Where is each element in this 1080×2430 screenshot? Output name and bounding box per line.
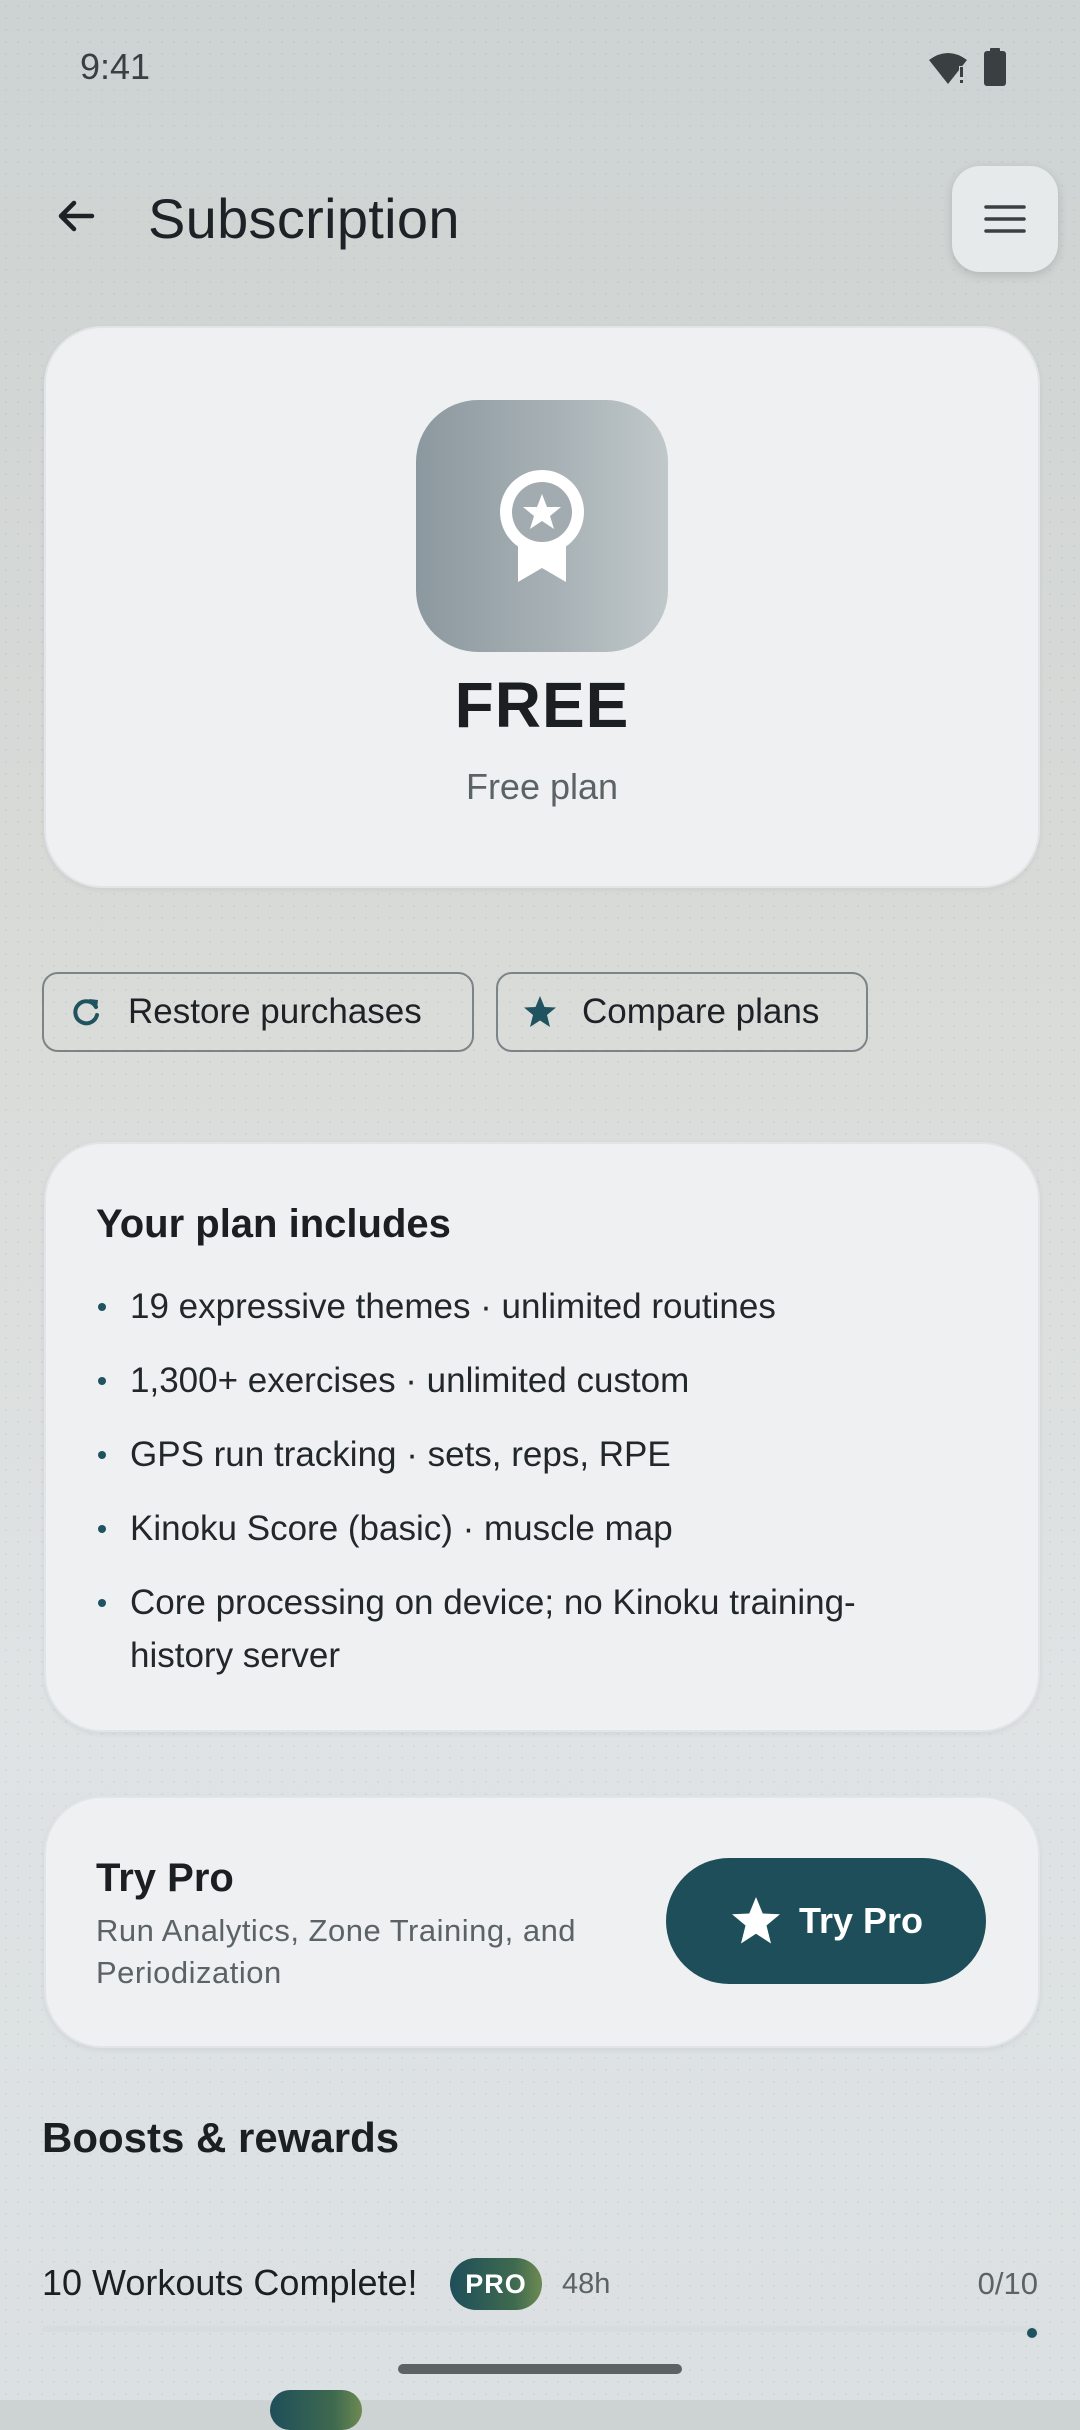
status-time: 9:41 [80, 46, 151, 87]
bullet-icon [98, 1525, 106, 1533]
feature-item: GPS run tracking · sets, reps, RPE [96, 1428, 956, 1481]
plan-features-card: Your plan includes 19 expressive themes … [44, 1142, 1040, 1732]
star-icon [731, 1897, 780, 1944]
feature-text: GPS run tracking · sets, reps, RPE [130, 1435, 671, 1474]
menu-button[interactable] [952, 166, 1058, 272]
feature-text: 1,300+ exercises · unlimited custom [130, 1361, 690, 1400]
next-reward-badge-peek [270, 2390, 362, 2430]
wifi-alert-icon [929, 53, 967, 84]
menu-icon [984, 205, 1026, 233]
plan-badge [416, 400, 668, 652]
pro-description: Run Analytics, Zone Training, and Period… [96, 1913, 577, 1990]
bullet-icon [98, 1303, 106, 1311]
plan-subtitle: Free plan [465, 766, 619, 807]
reward-item[interactable]: 10 Workouts Complete! PRO 48h 0/10 [42, 2254, 1038, 2318]
home-indicator[interactable] [398, 2364, 682, 2374]
feature-item: Kinoku Score (basic) · muscle map [96, 1502, 956, 1555]
award-ribbon-icon [500, 470, 584, 582]
reward-time-remaining: 48h [562, 2268, 611, 2300]
plan-name: FREE [454, 669, 630, 741]
reward-title: 10 Workouts Complete! [42, 2262, 418, 2303]
feature-item: Core processing on device; no Kinoku tra… [96, 1576, 956, 1682]
restore-purchases-label: Restore purchases [128, 992, 422, 1031]
arrow-back-icon [58, 200, 95, 232]
boosts-section-title: Boosts & rewards [42, 2114, 400, 2161]
feature-item: 19 expressive themes · unlimited routine… [96, 1280, 956, 1333]
feature-text: Core processing on device; no Kinoku tra… [130, 1583, 856, 1675]
reward-progress-text: 0/10 [977, 2266, 1038, 2301]
bullet-icon [98, 1377, 106, 1385]
reward-progress-bar [42, 2326, 1038, 2332]
pro-badge: PRO [450, 2258, 542, 2310]
feature-text: Kinoku Score (basic) · muscle map [130, 1509, 673, 1548]
back-button[interactable] [40, 180, 112, 252]
bullet-icon [98, 1451, 106, 1459]
features-title: Your plan includes [96, 1202, 451, 1246]
features-list: 19 expressive themes · unlimited routine… [96, 1280, 956, 1703]
pro-title: Try Pro [96, 1856, 234, 1900]
battery-icon [984, 48, 1006, 86]
bullet-icon [98, 1599, 106, 1607]
status-bar: 9:41 [0, 0, 1080, 130]
restore-purchases-button[interactable]: Restore purchases [42, 972, 474, 1052]
compare-plans-button[interactable]: Compare plans [496, 972, 868, 1052]
current-plan-card: FREE Free plan [44, 326, 1040, 888]
try-pro-button[interactable]: Try Pro [666, 1858, 986, 1984]
feature-text: 19 expressive themes · unlimited routine… [130, 1287, 776, 1326]
page-title: Subscription [148, 187, 460, 250]
refresh-icon [68, 994, 104, 1030]
compare-plans-label: Compare plans [582, 992, 820, 1031]
feature-item: 1,300+ exercises · unlimited custom [96, 1354, 956, 1407]
progress-indicator-dot [1027, 2328, 1037, 2338]
try-pro-card: Try Pro Run Analytics, Zone Training, an… [44, 1796, 1040, 2048]
star-icon [522, 994, 558, 1030]
try-pro-label: Try Pro [798, 1900, 924, 1941]
